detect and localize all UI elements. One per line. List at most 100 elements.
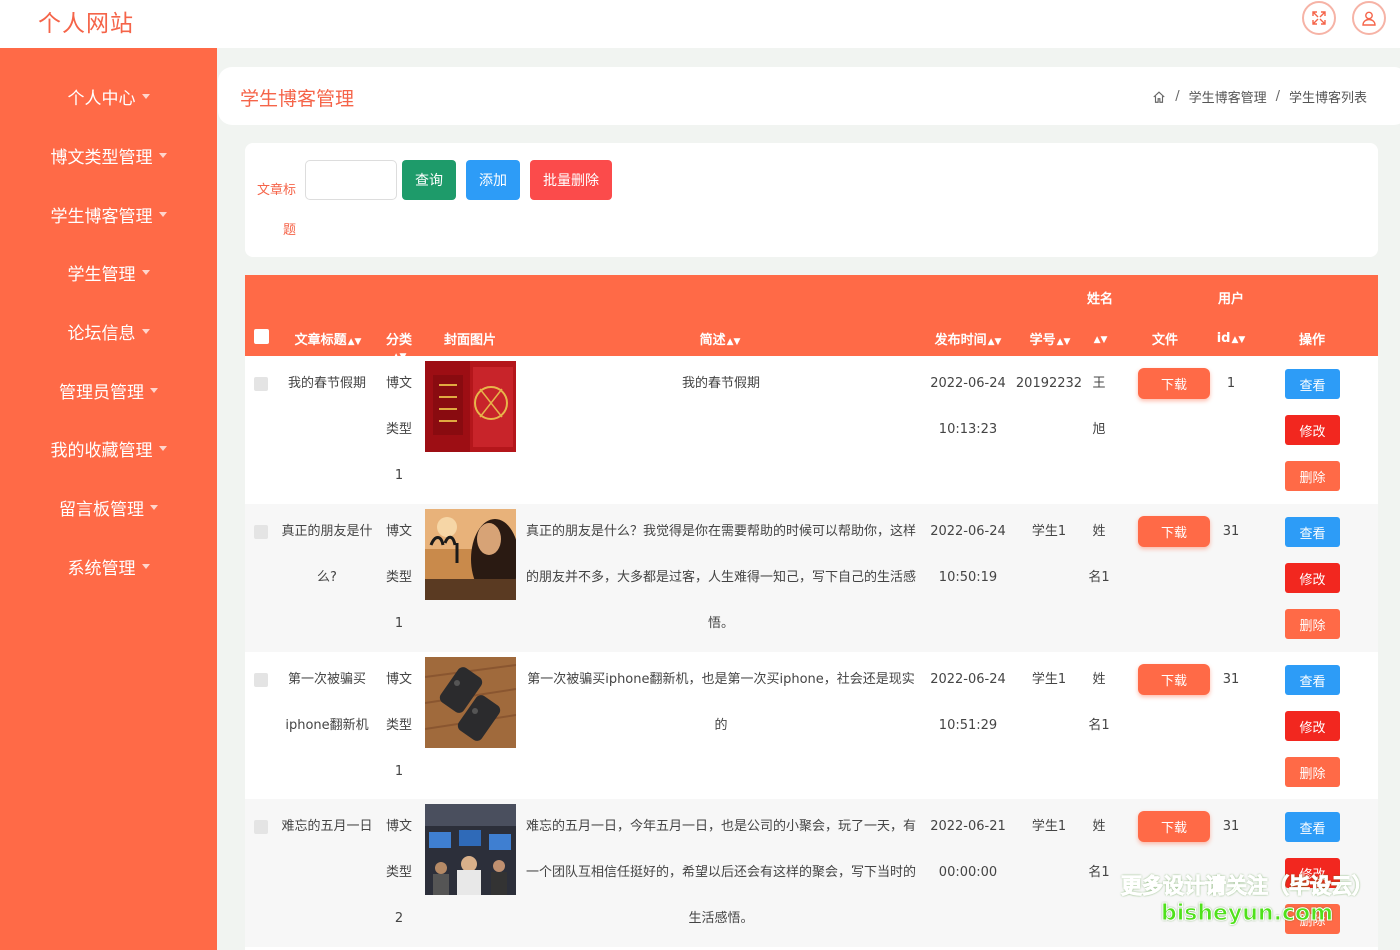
sidebar-item-system[interactable]: 系统管理 [0,546,217,586]
select-all-checkbox[interactable] [254,329,269,344]
header-publish-time[interactable]: 发布时间▲▼ [933,329,1003,348]
sort-icon: ▲▼ [1093,335,1108,345]
header-title[interactable]: 文章标题▲▼ [293,329,363,348]
caret-down-icon [158,211,167,217]
cell-student-no: 20192232 [1015,376,1083,391]
sidebar-item-label: 留言板管理 [59,499,144,520]
breadcrumb: / 学生博客管理 / 学生博客列表 [1152,87,1367,106]
edit-button[interactable]: 修改 [1285,711,1340,741]
breadcrumb-separator: / [1175,89,1180,104]
sidebar-item-admins[interactable]: 管理员管理 [0,370,217,410]
cell-student-no: 学生1 [1031,819,1067,834]
sidebar-item-blog-types[interactable]: 博文类型管理 [0,135,217,175]
cell-name: 姓名1 [1088,819,1110,880]
row-checkbox[interactable] [254,820,268,834]
view-button[interactable]: 查看 [1285,812,1340,842]
header-student-no[interactable]: 学号▲▼ [1028,329,1072,348]
edit-button[interactable]: 修改 [1285,415,1340,445]
cover-image[interactable] [425,361,516,452]
site-title[interactable]: 个人网站 [38,4,134,38]
sort-icon: ▲▼ [347,337,362,347]
header-name[interactable]: 姓名 ▲▼ [1083,288,1117,346]
caret-down-icon [150,387,158,393]
cover-image[interactable] [425,657,516,748]
cell-name: 姓名1 [1088,524,1110,585]
blog-table: 文章标题▲▼ 分类▲▼ 封面图片 简述▲▼ 发布时间▲▼ 学号▲▼ 姓名 ▲▼ 文… [245,275,1378,950]
delete-button[interactable]: 删除 [1285,757,1340,787]
download-button[interactable]: 下载 [1138,516,1210,547]
sidebar-item-label: 系统管理 [67,558,136,579]
user-icon [1362,11,1376,26]
watermark-line: bisheyun.com [1160,901,1334,927]
header-file: 文件 [1151,333,1178,348]
table-header: 文章标题▲▼ 分类▲▼ 封面图片 简述▲▼ 发布时间▲▼ 学号▲▼ 姓名 ▲▼ 文… [245,275,1378,362]
cover-image[interactable] [425,509,516,600]
sidebar-item-favorites[interactable]: 我的收藏管理 [0,428,217,468]
fullscreen-button[interactable] [1302,1,1336,35]
cell-title: 第一次被骗买 iphone翻新机 [285,672,369,733]
download-button[interactable]: 下载 [1138,664,1210,695]
cell-title: 难忘的五月一日 [281,819,373,834]
breadcrumb-item-blog-list: 学生博客列表 [1288,91,1367,106]
cell-publish-time: 2022-06-24 10:50:19 [930,524,1006,585]
cell-student-no: 学生1 [1031,672,1067,687]
row-checkbox[interactable] [254,377,268,391]
caret-down-icon [158,445,167,451]
cell-title: 我的春节假期 [287,376,366,391]
table-row: 第一次被骗买 iphone翻新机 博文 类型 1 第一次被骗买iphone翻新机，也是… [245,652,1378,800]
search-label-line: 题 [283,223,297,238]
sort-icon: ▲▼ [987,337,1002,347]
title-search-input[interactable] [305,160,397,200]
caret-down-icon [141,269,150,275]
cell-publish-time: 2022-06-24 10:51:29 [930,672,1006,733]
row-checkbox[interactable] [254,673,268,687]
download-button[interactable]: 下载 [1138,368,1210,399]
row-checkbox[interactable] [254,525,268,539]
sidebar-item-students[interactable]: 学生管理 [0,252,217,292]
breadcrumb-item-blog-management[interactable]: 学生博客管理 [1189,87,1267,106]
caret-down-icon [150,504,158,510]
view-button[interactable]: 查看 [1285,369,1340,399]
red-festival-photo [425,361,516,452]
page-title: 学生博客管理 [240,88,355,110]
header-user-id[interactable]: 用户 id▲▼ [1211,288,1251,346]
search-title-label: 文章标 题 [257,171,301,251]
sidebar-item-label: 个人中心 [67,88,136,109]
cell-summary: 难忘的五月一日，今年五月一日，也是公司的小聚会，玩了一天，有 一个团队互相信任挺好… [525,819,916,926]
delete-button[interactable]: 删除 [1285,609,1340,639]
cell-name: 姓名1 [1088,672,1110,733]
caret-down-icon [141,328,150,334]
view-button[interactable]: 查看 [1285,517,1340,547]
add-button[interactable]: 添加 [466,160,520,200]
sort-icon: ▲▼ [1056,337,1071,347]
table-row: 真正的朋友是什 么? 博文 类型 1 真正的朋友是什么？我觉得是你在需要帮助的时候可以… [245,504,1378,652]
sidebar-item-label: 学生博客管理 [50,206,153,227]
cell-user-id: 1 [1226,376,1236,391]
caret-down-icon [141,93,150,99]
table-row: 我的春节假期 博文 类型 1 我的春节假期 2022-06-24 10:13:23 2… [245,356,1378,504]
home-icon[interactable] [1152,90,1166,104]
header-summary[interactable]: 简述▲▼ [685,329,755,348]
view-button[interactable]: 查看 [1285,665,1340,695]
sidebar-item-student-blogs[interactable]: 学生博客管理 [0,194,217,234]
sidebar-item-label: 管理员管理 [59,382,144,403]
cell-publish-time: 2022-06-21 00:00:00 [930,819,1006,880]
page-header: 学生博客管理 / 学生博客管理 / 学生博客列表 [218,67,1400,125]
cell-category: 博文 类型 1 [385,524,412,631]
search-label-line: 文章标 [257,183,297,198]
cell-name: 王旭 [1092,376,1106,437]
cover-image[interactable] [425,804,516,895]
sort-icon: ▲▼ [726,337,741,347]
edit-button[interactable]: 修改 [1285,563,1340,593]
watermark-line: 更多设计请关注（毕设云） [1121,874,1374,899]
delete-button[interactable]: 删除 [1285,461,1340,491]
batch-delete-button[interactable]: 批量删除 [530,160,612,200]
sidebar-item-forum[interactable]: 论坛信息 [0,311,217,351]
sidebar-item-message-board[interactable]: 留言板管理 [0,487,217,527]
user-menu-button[interactable] [1352,1,1386,35]
query-button[interactable]: 查询 [402,160,456,200]
fullscreen-icon [1312,11,1326,25]
download-button[interactable]: 下载 [1138,811,1210,842]
cell-user-id: 31 [1222,819,1240,834]
sidebar-item-personal-center[interactable]: 个人中心 [0,76,217,116]
